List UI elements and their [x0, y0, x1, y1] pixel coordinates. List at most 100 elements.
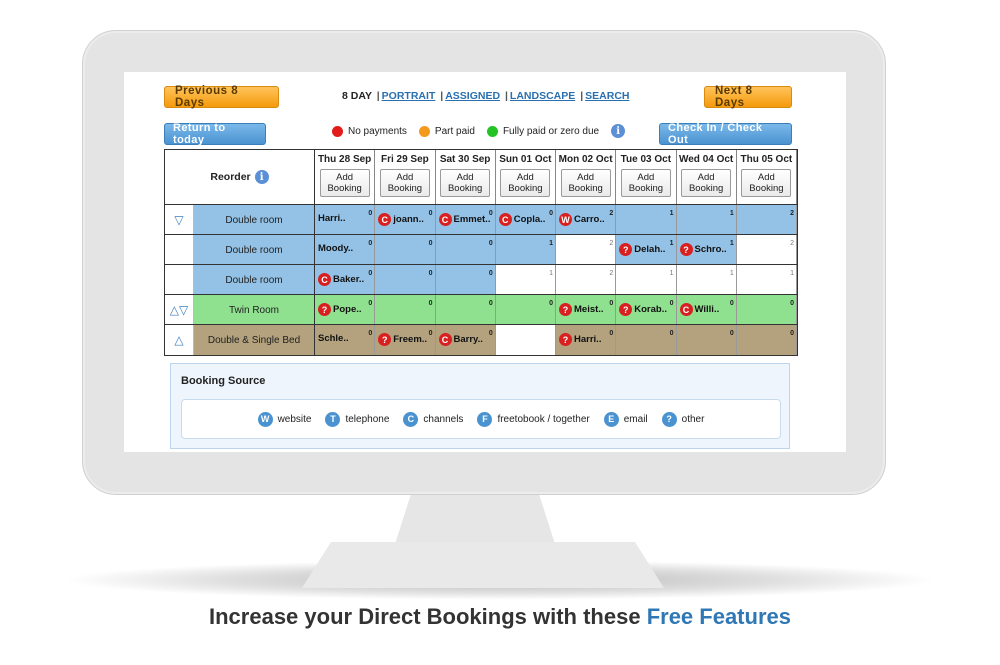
empty-cell[interactable]: 0: [736, 325, 797, 355]
guest-booking[interactable]: Schle..: [318, 333, 349, 344]
empty-cell[interactable]: 2: [736, 205, 797, 235]
guest-booking[interactable]: C Emmet..: [438, 213, 490, 226]
add-booking-button[interactable]: Add Booking: [681, 169, 732, 197]
availability-count: 0: [428, 270, 433, 277]
guest-booking[interactable]: C Willi..: [679, 303, 719, 316]
guest-booking[interactable]: ? Korab..: [619, 303, 667, 316]
booking-source-icon: ?: [559, 333, 572, 346]
booking-cell[interactable]: ? Schro.. 1: [676, 235, 737, 265]
day-header: Wed 04 Oct Add Booking: [677, 150, 737, 204]
booking-cell[interactable]: ? Korab.. 0: [616, 295, 677, 325]
booking-cell[interactable]: Harri.. 0: [315, 205, 376, 235]
empty-cell[interactable]: 0: [375, 235, 436, 265]
booking-cell[interactable]: C Willi.. 0: [676, 295, 737, 325]
reorder-arrows-icon[interactable]: ▽: [165, 205, 194, 235]
empty-cell[interactable]: 1: [676, 265, 737, 295]
empty-cell[interactable]: 1: [736, 265, 797, 295]
booking-cell[interactable]: ? Delah.. 1: [616, 235, 677, 265]
empty-cell[interactable]: 1: [616, 265, 677, 295]
availability-count: 0: [729, 330, 734, 337]
reorder-arrows-icon[interactable]: [165, 265, 194, 295]
empty-cell[interactable]: 2: [556, 265, 617, 295]
add-booking-button[interactable]: Add Booking: [440, 169, 491, 197]
guest-booking[interactable]: ? Delah..: [619, 243, 665, 256]
guest-booking[interactable]: C Copla..: [498, 213, 545, 226]
add-booking-button[interactable]: Add Booking: [741, 169, 792, 197]
guest-booking[interactable]: ? Freem..: [378, 333, 427, 346]
booking-cell[interactable]: W Carro.. 2: [556, 205, 617, 235]
booking-source-icon: ?: [679, 243, 693, 256]
day-header: Mon 02 Oct Add Booking: [556, 150, 617, 204]
empty-cell[interactable]: 0: [616, 325, 677, 355]
booking-cell[interactable]: C Emmet.. 0: [435, 205, 496, 235]
guest-booking[interactable]: C Barry..: [438, 333, 483, 346]
availability-count: 0: [669, 330, 674, 337]
availability-count: 0: [609, 330, 614, 337]
empty-cell[interactable]: 1: [616, 205, 677, 235]
empty-cell[interactable]: 1: [495, 265, 556, 295]
reorder-arrows-icon[interactable]: [165, 235, 194, 265]
empty-cell[interactable]: 1: [676, 205, 737, 235]
room-name: Double room: [194, 235, 315, 265]
view-link-landscape[interactable]: LANDSCAPE: [510, 90, 575, 102]
view-link-assigned[interactable]: ASSIGNED: [445, 90, 500, 102]
availability-count: 1: [669, 240, 674, 247]
guest-booking[interactable]: C Baker..: [318, 273, 364, 286]
add-booking-button[interactable]: Add Booking: [620, 169, 671, 197]
availability-count: 0: [790, 330, 794, 337]
add-booking-button[interactable]: Add Booking: [560, 169, 611, 197]
empty-cell[interactable]: 0: [435, 265, 496, 295]
info-icon[interactable]: i: [254, 170, 269, 184]
add-booking-button[interactable]: Add Booking: [500, 169, 551, 197]
return-to-today-button[interactable]: Return to today: [164, 122, 266, 146]
booking-cell[interactable]: Cjoann.. 0: [375, 205, 436, 235]
empty-cell[interactable]: 0: [435, 295, 496, 325]
check-in-check-out-button[interactable]: Check In / Check Out: [659, 122, 792, 146]
empty-cell[interactable]: 2: [556, 235, 617, 265]
empty-cell[interactable]: 0: [435, 235, 496, 265]
empty-cell[interactable]: [495, 325, 556, 355]
booking-cell[interactable]: ? Meist.. 0: [556, 295, 617, 325]
day-label: Wed 04 Oct: [678, 154, 734, 165]
add-booking-button[interactable]: Add Booking: [319, 169, 370, 197]
guest-booking[interactable]: Harri..: [318, 213, 345, 224]
reorder-arrows-icon[interactable]: △: [165, 325, 194, 355]
empty-cell[interactable]: 0: [375, 265, 436, 295]
availability-count: 0: [488, 210, 493, 217]
guest-booking[interactable]: ? Schro..: [679, 243, 727, 256]
empty-cell[interactable]: 0: [495, 295, 556, 325]
room-name: Double & Single Bed: [194, 325, 315, 355]
booking-cell[interactable]: C Barry.. 0: [435, 325, 496, 355]
guest-booking[interactable]: ? Pope..: [318, 303, 362, 316]
room-row: △▽ Twin Room? Pope.. 0 0 0 0? Meist.. 0? Korab.. 0…: [165, 294, 797, 325]
guest-name: Schle..: [318, 333, 349, 344]
reorder-arrows-icon[interactable]: △▽: [165, 295, 194, 325]
guest-name: Meist..: [574, 304, 604, 315]
guest-booking[interactable]: ? Harri..: [559, 333, 601, 346]
guest-booking[interactable]: Cjoann..: [378, 213, 424, 226]
booking-cell[interactable]: ? Freem.. 0: [375, 325, 436, 355]
booking-cell[interactable]: Moody.. 0: [315, 235, 376, 265]
booking-cell[interactable]: C Baker.. 0: [315, 265, 376, 295]
booking-cell[interactable]: ? Pope.. 0: [315, 295, 376, 325]
booking-cell[interactable]: Schle.. 0: [315, 325, 376, 355]
source-telephone-icon: T: [325, 411, 341, 427]
info-icon[interactable]: i: [611, 124, 626, 138]
view-link-search[interactable]: SEARCH: [585, 90, 629, 102]
view-link-portrait[interactable]: PORTRAIT: [382, 90, 436, 102]
booking-cell[interactable]: ? Harri.. 0: [556, 325, 617, 355]
previous-days-button[interactable]: Previous 8 Days: [164, 85, 279, 109]
empty-cell[interactable]: 0: [676, 325, 737, 355]
empty-cell[interactable]: 2: [736, 235, 797, 265]
next-days-button[interactable]: Next 8 Days: [704, 85, 792, 109]
guest-booking[interactable]: W Carro..: [559, 213, 605, 226]
empty-cell[interactable]: 0: [736, 295, 797, 325]
booking-cell[interactable]: C Copla.. 0: [495, 205, 556, 235]
guest-booking[interactable]: ? Meist..: [559, 303, 604, 316]
legend-item: No payments: [332, 125, 407, 137]
empty-cell[interactable]: 0: [375, 295, 436, 325]
guest-booking[interactable]: Moody..: [318, 243, 353, 254]
no-payments-dot: [332, 125, 343, 137]
add-booking-button[interactable]: Add Booking: [379, 169, 430, 197]
empty-cell[interactable]: 1: [495, 235, 556, 265]
